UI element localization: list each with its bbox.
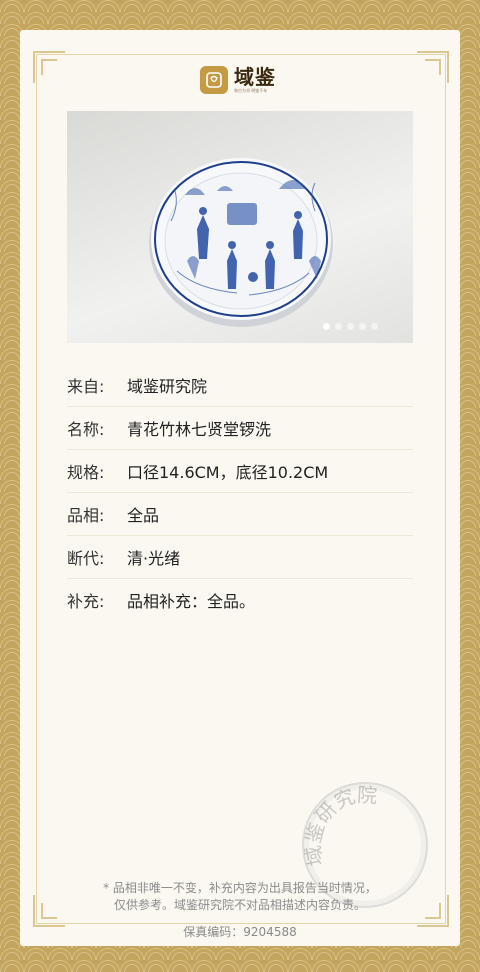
detail-value: 口径14.6CM，底径10.2CM <box>127 463 329 482</box>
detail-value: 全品 <box>127 506 160 525</box>
verification-number: 9204588 <box>243 925 297 939</box>
detail-label: 断代: <box>67 549 105 568</box>
detail-row-condition: 品相: 全品 <box>67 493 413 536</box>
carousel-indicator <box>323 323 378 330</box>
detail-label: 名称: <box>67 420 105 439</box>
brand-name: 域鉴 <box>234 65 276 89</box>
detail-label: 品相: <box>67 506 105 525</box>
brand-logo: 域鉴 和古为邻 明鉴千年 <box>200 66 276 94</box>
detail-label: 补充: <box>67 592 105 611</box>
detail-value: 清·光绪 <box>127 549 181 568</box>
detail-row-spec: 规格: 口径14.6CM，底径10.2CM <box>67 450 413 493</box>
carousel-dot[interactable] <box>335 323 342 330</box>
carousel-dot[interactable] <box>371 323 378 330</box>
detail-row-dating: 断代: 清·光绪 <box>67 536 413 579</box>
detail-value: 域鉴研究院 <box>127 377 208 396</box>
item-photo[interactable] <box>67 111 413 343</box>
disclaimer-line: * 品相非唯一不变，补充内容为出具报告当时情况， <box>103 881 377 895</box>
detail-label: 来自: <box>67 377 105 396</box>
detail-row-supplement: 补充: 品相补充：全品。 <box>67 579 413 621</box>
svg-text:域鉴研究院: 域鉴研究院 <box>304 784 378 868</box>
detail-value: 品相补充：全品。 <box>127 592 256 611</box>
disclaimer: * 品相非唯一不变，补充内容为出具报告当时情况， 仅供参考。域鉴研究院不对品相描… <box>60 880 420 914</box>
report-card: 域鉴 和古为邻 明鉴千年 来自: 域鉴研究院 名称: 青花竹林七贤堂锣洗 规格:… <box>20 30 460 946</box>
detail-row-name: 名称: 青花竹林七贤堂锣洗 <box>67 407 413 450</box>
details-list: 来自: 域鉴研究院 名称: 青花竹林七贤堂锣洗 规格: 口径14.6CM，底径1… <box>67 364 413 621</box>
seal-text: 域鉴研究院 <box>300 783 377 868</box>
corner-ornament <box>417 51 449 83</box>
disclaimer-line: 仅供参考。域鉴研究院不对品相描述内容负责。 <box>113 898 366 912</box>
verification-code: 保真编码：9204588 <box>20 923 460 940</box>
plate-image <box>149 158 333 327</box>
logo-icon <box>200 66 228 94</box>
carousel-dot[interactable] <box>359 323 366 330</box>
carousel-dot[interactable] <box>347 323 354 330</box>
verification-label: 保真编码： <box>183 925 244 939</box>
detail-label: 规格: <box>67 463 105 482</box>
carousel-dot[interactable] <box>323 323 330 330</box>
detail-row-source: 来自: 域鉴研究院 <box>67 364 413 407</box>
corner-ornament <box>33 51 65 83</box>
detail-value: 青花竹林七贤堂锣洗 <box>127 420 272 439</box>
